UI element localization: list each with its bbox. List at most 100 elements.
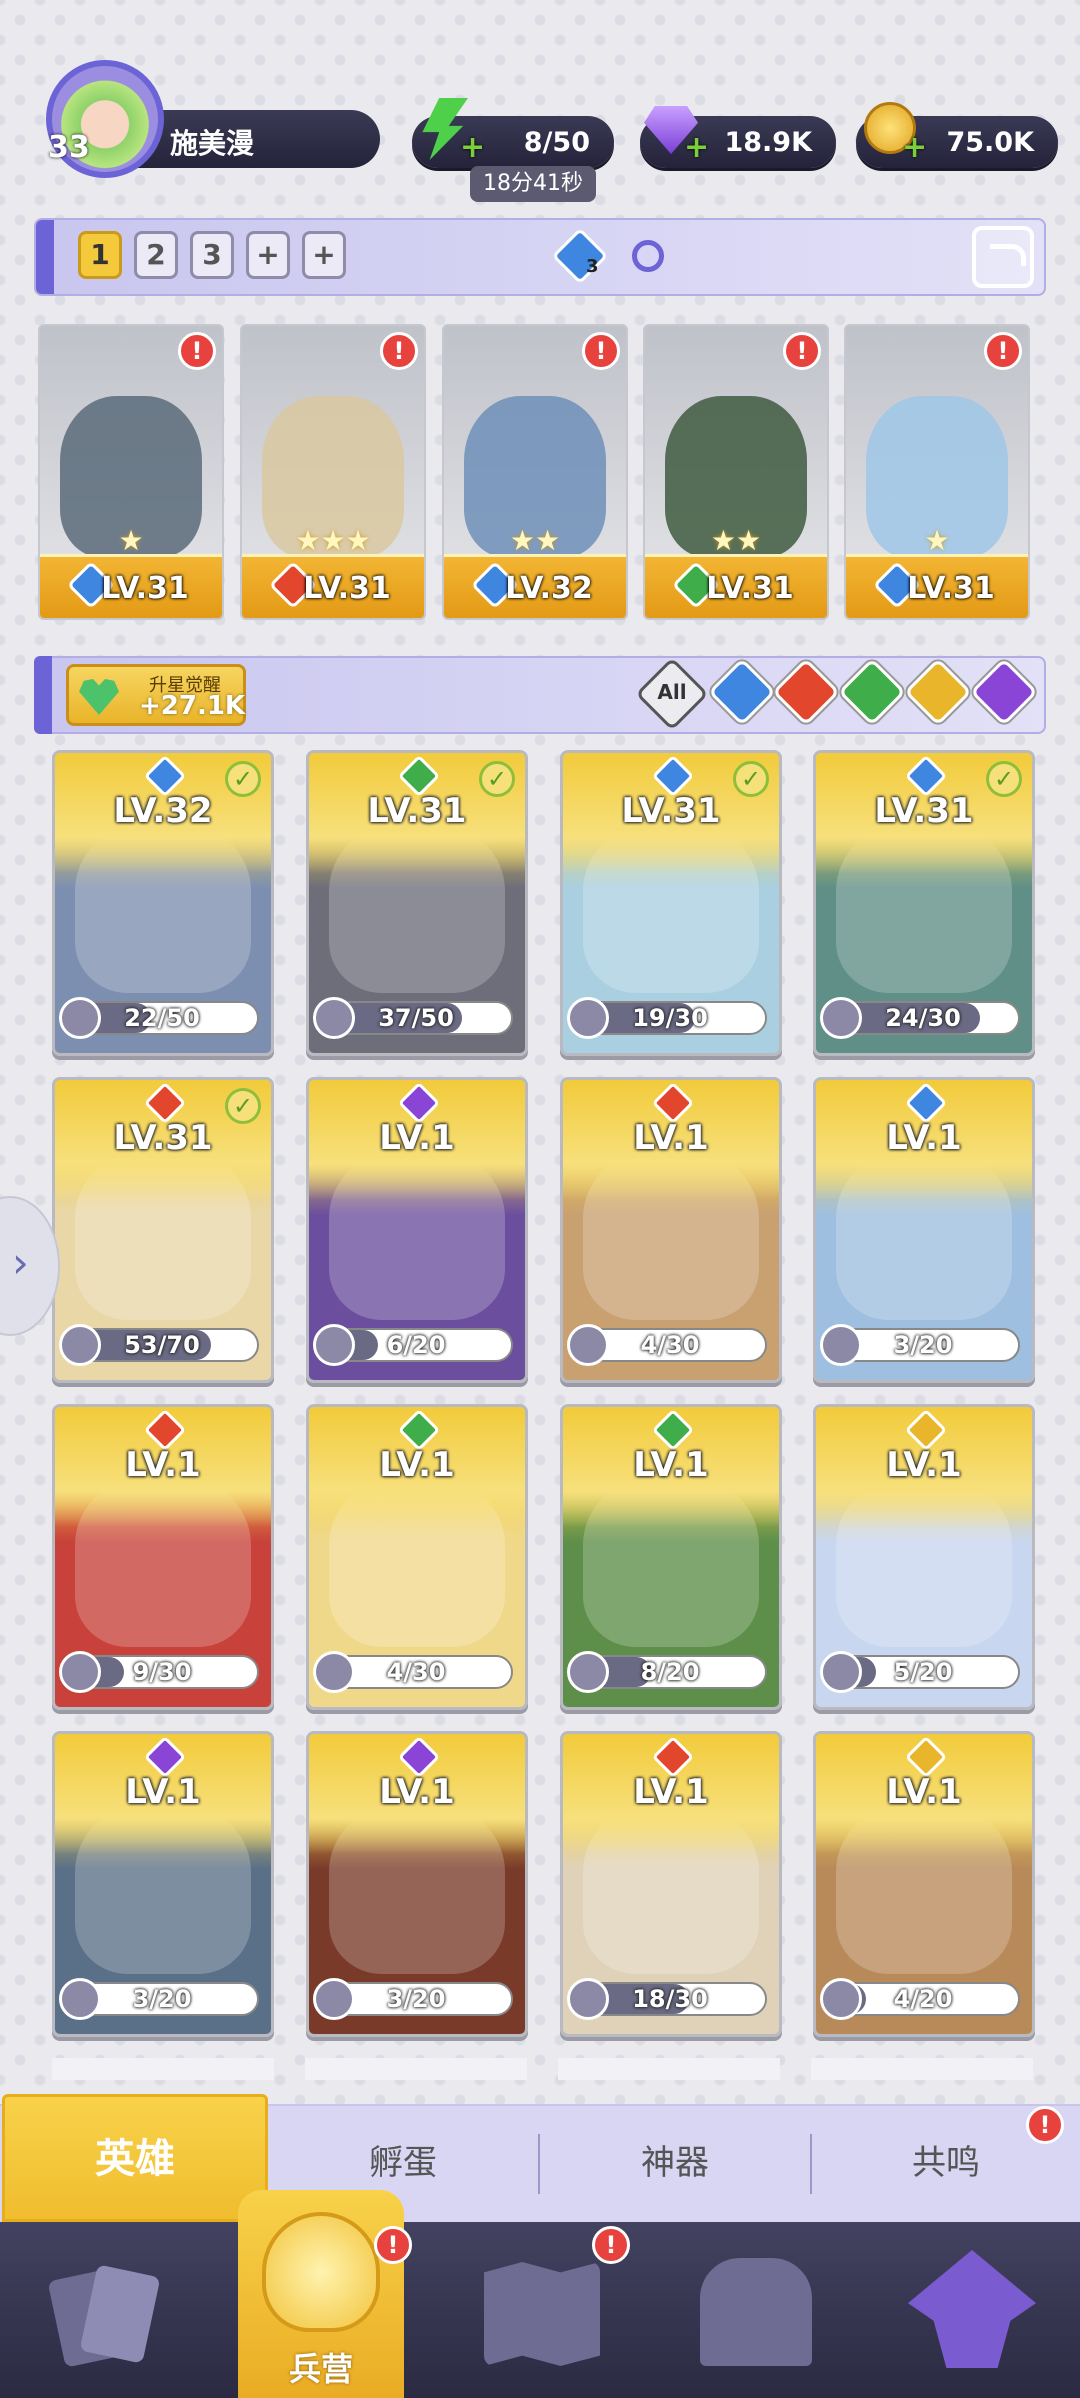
- magnifier-icon[interactable]: [632, 240, 664, 272]
- hero-level: LV.1: [379, 1118, 455, 1158]
- hero-level: LV.1: [886, 1772, 962, 1812]
- team-tab-add-2[interactable]: +: [302, 231, 346, 279]
- energy-plus-icon[interactable]: +: [460, 130, 485, 165]
- team-hero-card[interactable]: ★★ LV.31 !: [643, 324, 829, 620]
- hero-stars: ★★: [710, 524, 762, 557]
- hero-card[interactable]: ✓ LV.31 53/70: [52, 1077, 274, 1383]
- team-hero-card[interactable]: ★ LV.31 !: [844, 324, 1030, 620]
- team-tab-2[interactable]: 2: [134, 231, 178, 279]
- tab-heroes[interactable]: 英雄: [2, 2094, 268, 2222]
- hero-level: LV.31: [874, 791, 974, 831]
- shard-icon: [820, 997, 862, 1039]
- team-hero-card[interactable]: ★★ LV.32 !: [442, 324, 628, 620]
- hero-card[interactable]: LV.1 6/20: [306, 1077, 528, 1383]
- player-profile[interactable]: 33 施美漫: [36, 60, 380, 178]
- hero-level: LV.1: [886, 1445, 962, 1485]
- hero-level: LV.1: [633, 1118, 709, 1158]
- hero-level: LV.1: [379, 1772, 455, 1812]
- player-level: 33: [48, 130, 90, 165]
- filter-bar-edge: [34, 656, 52, 734]
- team-element-badge: 3: [586, 256, 599, 277]
- shard-icon: [59, 1978, 101, 2020]
- gem-value: 18.9K: [724, 126, 812, 158]
- shard-icon: [313, 1324, 355, 1366]
- hero-card[interactable]: ✓ LV.31 24/30: [813, 750, 1035, 1056]
- alert-icon: !: [783, 332, 821, 370]
- alert-icon: !: [380, 332, 418, 370]
- shard-icon: [820, 1324, 862, 1366]
- hero-card[interactable]: LV.1 4/30: [560, 1077, 782, 1383]
- hero-level: LV.1: [125, 1772, 201, 1812]
- shard-icon: [313, 1651, 355, 1693]
- hero-level: LV.1: [633, 1772, 709, 1812]
- heart-icon: [79, 679, 119, 715]
- awaken-button[interactable]: 升星觉醒 +27.1K: [66, 664, 246, 726]
- team-tab-1[interactable]: 1: [78, 231, 122, 279]
- hero-card[interactable]: LV.1 18/30: [560, 1731, 782, 2037]
- hero-level: LV.31: [101, 571, 189, 606]
- hero-level: LV.31: [706, 571, 794, 606]
- nav-cards-icon[interactable]: [46, 2264, 162, 2368]
- team-hero-card[interactable]: ★★★ LV.31 !: [240, 324, 426, 620]
- alert-icon: !: [178, 332, 216, 370]
- awaken-value: +27.1K: [139, 691, 246, 721]
- hero-card[interactable]: ✓ LV.32 22/50: [52, 750, 274, 1056]
- alert-icon: !: [582, 332, 620, 370]
- team-bar: [34, 218, 1046, 296]
- team-hero-card[interactable]: ★ LV.31 !: [38, 324, 224, 620]
- map-alert-icon: !: [592, 2226, 630, 2264]
- shard-icon: [59, 997, 101, 1039]
- shard-icon: [820, 1978, 862, 2020]
- barracks-label: 兵营: [288, 2350, 353, 2388]
- hero-level: LV.31: [621, 791, 721, 831]
- gem-plus-icon[interactable]: +: [684, 130, 709, 165]
- energy-value: 8/50: [523, 126, 590, 158]
- hero-card[interactable]: LV.1 3/20: [813, 1077, 1035, 1383]
- hero-card[interactable]: LV.1 8/20: [560, 1404, 782, 1710]
- shard-icon: [820, 1651, 862, 1693]
- hero-level: LV.31: [907, 571, 995, 606]
- chevron-right-icon: ›: [12, 1238, 29, 1287]
- shard-icon: [313, 1978, 355, 2020]
- hero-card[interactable]: LV.1 4/30: [306, 1404, 528, 1710]
- hero-stars: ★: [118, 524, 144, 557]
- filter-all-label: All: [657, 680, 687, 704]
- tab-artifact[interactable]: 神器: [540, 2106, 810, 2220]
- shard-icon: [567, 997, 609, 1039]
- coin-value: 75.0K: [946, 126, 1034, 158]
- hero-level: LV.31: [303, 571, 391, 606]
- nav-barracks[interactable]: 兵营: [238, 2190, 404, 2398]
- shard-icon: [59, 1651, 101, 1693]
- next-row-hint: [52, 2058, 1034, 2080]
- hero-card[interactable]: ✓ LV.31 37/50: [306, 750, 528, 1056]
- resonance-alert-icon: !: [1026, 2106, 1064, 2144]
- team-tab-3[interactable]: 3: [190, 231, 234, 279]
- alert-icon: !: [984, 332, 1022, 370]
- hero-level: LV.32: [113, 791, 213, 831]
- hero-stars: ★★★: [295, 524, 371, 557]
- coin-plus-icon[interactable]: +: [902, 130, 927, 165]
- hero-level: LV.1: [633, 1445, 709, 1485]
- shard-icon: [567, 1651, 609, 1693]
- side-expand-button[interactable]: [0, 1196, 60, 1336]
- hero-card[interactable]: LV.1 3/20: [306, 1731, 528, 2037]
- nav-castle-icon[interactable]: [700, 2258, 812, 2366]
- shard-icon: [59, 1324, 101, 1366]
- hero-card[interactable]: ✓ LV.31 19/30: [560, 750, 782, 1056]
- barracks-icon: [262, 2212, 380, 2332]
- team-tab-add-1[interactable]: +: [246, 231, 290, 279]
- shard-icon: [567, 1978, 609, 2020]
- hero-level: LV.1: [886, 1118, 962, 1158]
- share-icon[interactable]: [972, 226, 1034, 288]
- nav-map-icon[interactable]: [484, 2262, 600, 2366]
- hero-level: LV.1: [379, 1445, 455, 1485]
- shard-icon: [567, 1324, 609, 1366]
- hero-stars: ★★: [509, 524, 561, 557]
- hero-level: LV.31: [367, 791, 467, 831]
- hero-card[interactable]: LV.1 4/20: [813, 1731, 1035, 2037]
- hero-card[interactable]: LV.1 3/20: [52, 1731, 274, 2037]
- hero-card[interactable]: LV.1 9/30: [52, 1404, 274, 1710]
- hero-card[interactable]: LV.1 5/20: [813, 1404, 1035, 1710]
- hero-level: LV.31: [113, 1118, 213, 1158]
- energy-timer: 18分41秒: [470, 166, 596, 202]
